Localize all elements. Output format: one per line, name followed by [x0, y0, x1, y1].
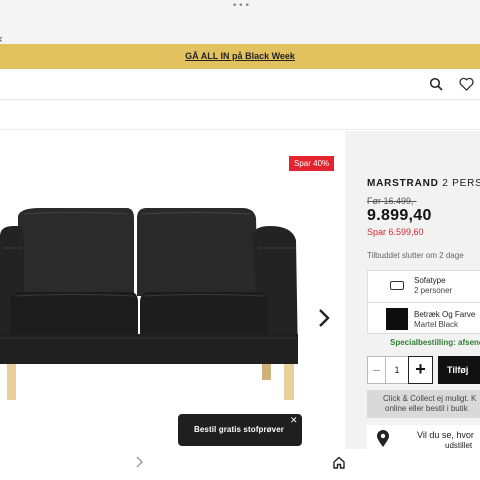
browser-top-strip: •••: [0, 0, 480, 12]
option-label: Betræk Og Farve: [414, 310, 476, 319]
product-image-gallery[interactable]: Spar 40% Bestil gratis stofprøver ✕: [0, 131, 345, 449]
original-price: Før 16.499,-: [367, 196, 417, 206]
quantity-input[interactable]: 1: [386, 356, 408, 384]
current-price: 9.899,40: [367, 207, 432, 224]
divider: [368, 302, 480, 303]
chevron-right-icon[interactable]: [315, 306, 333, 330]
special-order-notice: Specialbestilling: afsende: [390, 338, 480, 347]
offer-countdown: Tilbuddet slutter om 2 dage: [367, 251, 464, 260]
breadcrumb-area: [0, 100, 480, 130]
click-collect-notice: Click & Collect ej muligt. K online elle…: [367, 390, 480, 418]
search-icon[interactable]: [429, 77, 443, 91]
product-title: MARSTRAND 2 PERS. S: [367, 178, 480, 189]
browser-bottom-bar: [0, 449, 480, 480]
site-header: [0, 69, 480, 100]
option-label: Sofatype: [414, 276, 446, 285]
chevron-right-icon[interactable]: [134, 455, 144, 469]
toast-text[interactable]: Bestil gratis stofprøver: [194, 425, 284, 434]
quantity-decrease-button[interactable]: −: [367, 356, 386, 384]
product-page: ••• ‹ GÅ ALL IN på Black Week Spar 40%: [0, 0, 480, 480]
close-icon[interactable]: ✕: [290, 416, 298, 426]
location-pin-icon: [377, 430, 389, 447]
product-info-panel: MARSTRAND 2 PERS. S Før 16.499,- 9.899,4…: [345, 131, 480, 449]
discount-badge: Spar 40%: [289, 156, 335, 171]
add-to-cart-button[interactable]: Tilføj: [438, 356, 480, 384]
store-locator-text: Vil du se, hvor: [417, 430, 474, 440]
color-swatch[interactable]: [386, 308, 408, 330]
store-locator[interactable]: Vil du se, hvor udstillet: [367, 425, 480, 449]
click-collect-text: Click & Collect ej muligt. K: [383, 394, 477, 403]
fabric-samples-toast[interactable]: Bestil gratis stofprøver ✕: [178, 414, 302, 446]
browser-address-bar[interactable]: ‹: [0, 12, 480, 46]
sofa-type-icon: [390, 281, 404, 290]
promo-banner[interactable]: GÅ ALL IN på Black Week: [0, 44, 480, 69]
promo-banner-link[interactable]: GÅ ALL IN på Black Week: [185, 51, 295, 61]
option-value: 2 personer: [414, 286, 453, 295]
home-icon[interactable]: [332, 456, 346, 469]
option-value: Martel Black: [414, 320, 459, 329]
heart-icon[interactable]: [459, 77, 474, 91]
click-collect-text: online eller bestil i butik: [385, 404, 468, 413]
quantity-increase-button[interactable]: +: [408, 356, 433, 384]
sofa-product-image[interactable]: [0, 196, 310, 406]
store-locator-text: udstillet: [445, 441, 473, 449]
product-options: Sofatype 2 personer Betræk Og Farve Mart…: [367, 270, 480, 334]
saving-amount: Spar 6.599,60: [367, 227, 424, 237]
window-dots-icon[interactable]: •••: [232, 2, 251, 11]
